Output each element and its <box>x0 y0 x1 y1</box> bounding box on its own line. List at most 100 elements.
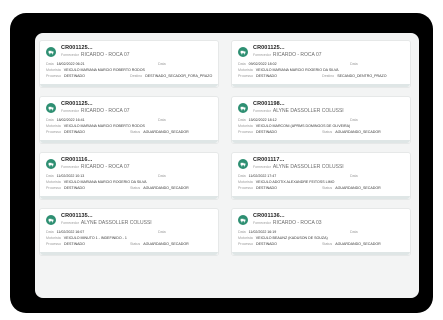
driver-value: VEICULO MINUTO 1 - INDEFINIDO - 1 <box>63 236 127 240</box>
process-label: Processo <box>46 130 61 134</box>
client-name: RICARDO - ROCA 07 <box>80 52 130 58</box>
driver-row: Motorista VEICULO ADOTIX ALEXANDRE FEITOS… <box>238 180 334 184</box>
record-card[interactable]: CR001198... Fornecedor ALYNE DASSOLLER COL… <box>231 96 411 144</box>
status-right-label: Status <box>322 186 333 190</box>
record-card[interactable]: CR001136... Fornecedor RICARDO - ROCA 03 Da… <box>231 208 411 256</box>
record-code: CR001125... <box>61 45 93 51</box>
record-card[interactable]: CR001125... Fornecedor RICARDO - ROCA 07 Da… <box>39 40 219 88</box>
card-footer-bar <box>232 196 410 199</box>
truck-icon <box>46 159 56 169</box>
process-label: Processo <box>46 242 61 246</box>
truck-icon <box>238 103 248 113</box>
time-label: Data <box>350 230 358 234</box>
client-line: Fornecedor ALYNE DASSOLLER COLUSSI <box>253 108 344 114</box>
time-label: Data <box>158 62 166 66</box>
record-code: CR001125... <box>253 45 285 51</box>
client-label: Fornecedor <box>253 53 271 57</box>
status-right-label: Status <box>130 242 141 246</box>
driver-row: Motorista VEICULO MARIANA MARCIO ROGERIO … <box>46 180 147 184</box>
process-label: Processo <box>46 186 61 190</box>
client-line: Fornecedor RICARDO - ROCA 07 <box>61 108 130 114</box>
driver-row: Motorista VEICULO MARCONI (APRMS DOMINGOS… <box>238 124 350 128</box>
status-right-value: DESTINADO_SECADOR_FORA_PRAZO <box>145 74 213 78</box>
date-label: Data <box>238 230 246 234</box>
process-value: DESTINADO <box>255 186 277 190</box>
status-right-value: AGUARDANDO_SECADOR <box>143 242 189 246</box>
process-row: Processo DESTINADO <box>238 186 277 190</box>
client-label: Fornecedor <box>61 221 79 225</box>
time-label: Data <box>158 118 166 122</box>
time-label: Data <box>350 174 358 178</box>
status-right: Status AGUARDANDO_SECADOR <box>322 242 381 246</box>
process-row: Processo DESTINADO <box>46 186 85 190</box>
driver-label: Motorista <box>238 124 253 128</box>
status-right-value: AGUARDANDO_SECADOR <box>335 130 381 134</box>
client-name: RICARDO - ROCA 07 <box>272 52 322 58</box>
process-value: DESTINADO <box>255 242 277 246</box>
driver-row: Motorista VEICULO BEAUNZ (KADUSON DE SOUZ… <box>238 236 328 240</box>
process-value: DESTINADO <box>255 130 277 134</box>
record-card[interactable]: CR001116... Fornecedor RICARDO - ROCA 07 Da… <box>39 152 219 200</box>
date-row: Data 09/02/2022 18:02 <box>238 62 277 66</box>
process-row: Processo DESTINADO <box>238 74 277 78</box>
client-line: Fornecedor RICARDO - ROCA 07 <box>253 52 322 58</box>
driver-label: Motorista <box>46 236 61 240</box>
process-label: Processo <box>238 186 253 190</box>
date-value: 11/02/2022 16:07 <box>56 230 85 234</box>
client-name: ALYNE DASSOLLER COLUSSI <box>272 164 344 170</box>
status-right: Status AGUARDANDO_SECADOR <box>130 186 189 190</box>
process-value: DESTINADO <box>63 74 85 78</box>
record-card[interactable]: CR001135... Fornecedor ALYNE DASSOLLER COL… <box>39 208 219 256</box>
process-value: DESTINADO <box>63 242 85 246</box>
driver-label: Motorista <box>46 124 61 128</box>
truck-icon <box>46 103 56 113</box>
driver-label: Motorista <box>238 236 253 240</box>
driver-value: VEICULO MARIANA MARCIO ROGERIO DA SILVA <box>63 180 147 184</box>
card-grid: CR001125... Fornecedor RICARDO - ROCA 07 Da… <box>35 33 419 298</box>
date-label: Data <box>46 118 54 122</box>
driver-label: Motorista <box>46 68 61 72</box>
record-code: CR001136... <box>253 213 285 219</box>
driver-row: Motorista VEICULO MINUTO 1 - INDEFINIDO -… <box>46 236 127 240</box>
time-label: Data <box>350 62 358 66</box>
driver-value: VEICULO MARCONI (APRMS DOMINGOS DE OLIVE… <box>255 124 351 128</box>
client-line: Fornecedor ALYNE DASSOLLER COLUSSI <box>61 220 152 226</box>
status-right-label: Status <box>322 242 333 246</box>
client-line: Fornecedor ALYNE DASSOLLER COLUSSI <box>253 164 344 170</box>
process-value: DESTINADO <box>255 74 277 78</box>
date-value: 11/02/2022 17:47 <box>248 174 277 178</box>
date-label: Data <box>238 62 246 66</box>
truck-icon <box>46 47 56 57</box>
time-label: Data <box>350 118 358 122</box>
status-right-value: AGUARDANDO_SECADOR <box>335 242 381 246</box>
status-right-label: Destino <box>322 74 335 78</box>
record-card[interactable]: CR001125... Fornecedor RICARDO - ROCA 07 Da… <box>231 40 411 88</box>
process-label: Processo <box>46 74 61 78</box>
card-footer-bar <box>232 84 410 87</box>
record-code: CR001117... <box>253 157 285 163</box>
status-right-value: SECANDO_DENTRO_PRAZO <box>337 74 387 78</box>
truck-icon <box>238 47 248 57</box>
status-right: Status AGUARDANDO_SECADOR <box>322 186 381 190</box>
status-right: Status AGUARDANDO_SECADOR <box>130 242 189 246</box>
date-value: 18/02/2022 06:21 <box>56 62 85 66</box>
client-label: Fornecedor <box>253 109 271 113</box>
date-row: Data 11/02/2022 16:07 <box>46 230 84 234</box>
client-label: Fornecedor <box>253 165 271 169</box>
date-value: 09/02/2022 18:02 <box>248 62 277 66</box>
status-right-label: Status <box>130 186 141 190</box>
date-row: Data 11/02/2022 17:47 <box>238 174 276 178</box>
process-label: Processo <box>238 242 253 246</box>
process-label: Processo <box>238 74 253 78</box>
record-card[interactable]: CR001125... Fornecedor RICARDO - ROCA 07 Da… <box>39 96 219 144</box>
driver-row: Motorista VEICULO MARIANA MARCIO ROBERTO … <box>46 68 145 72</box>
card-footer-bar <box>232 140 410 143</box>
status-right-value: AGUARDANDO_SECADOR <box>143 186 189 190</box>
card-footer-bar <box>40 84 218 87</box>
client-label: Fornecedor <box>61 165 79 169</box>
client-name: ALYNE DASSOLLER COLUSSI <box>272 108 344 114</box>
date-label: Data <box>238 118 246 122</box>
status-right: Status AGUARDANDO_SECADOR <box>130 130 189 134</box>
record-card[interactable]: CR001117... Fornecedor ALYNE DASSOLLER COL… <box>231 152 411 200</box>
client-label: Fornecedor <box>253 221 271 225</box>
